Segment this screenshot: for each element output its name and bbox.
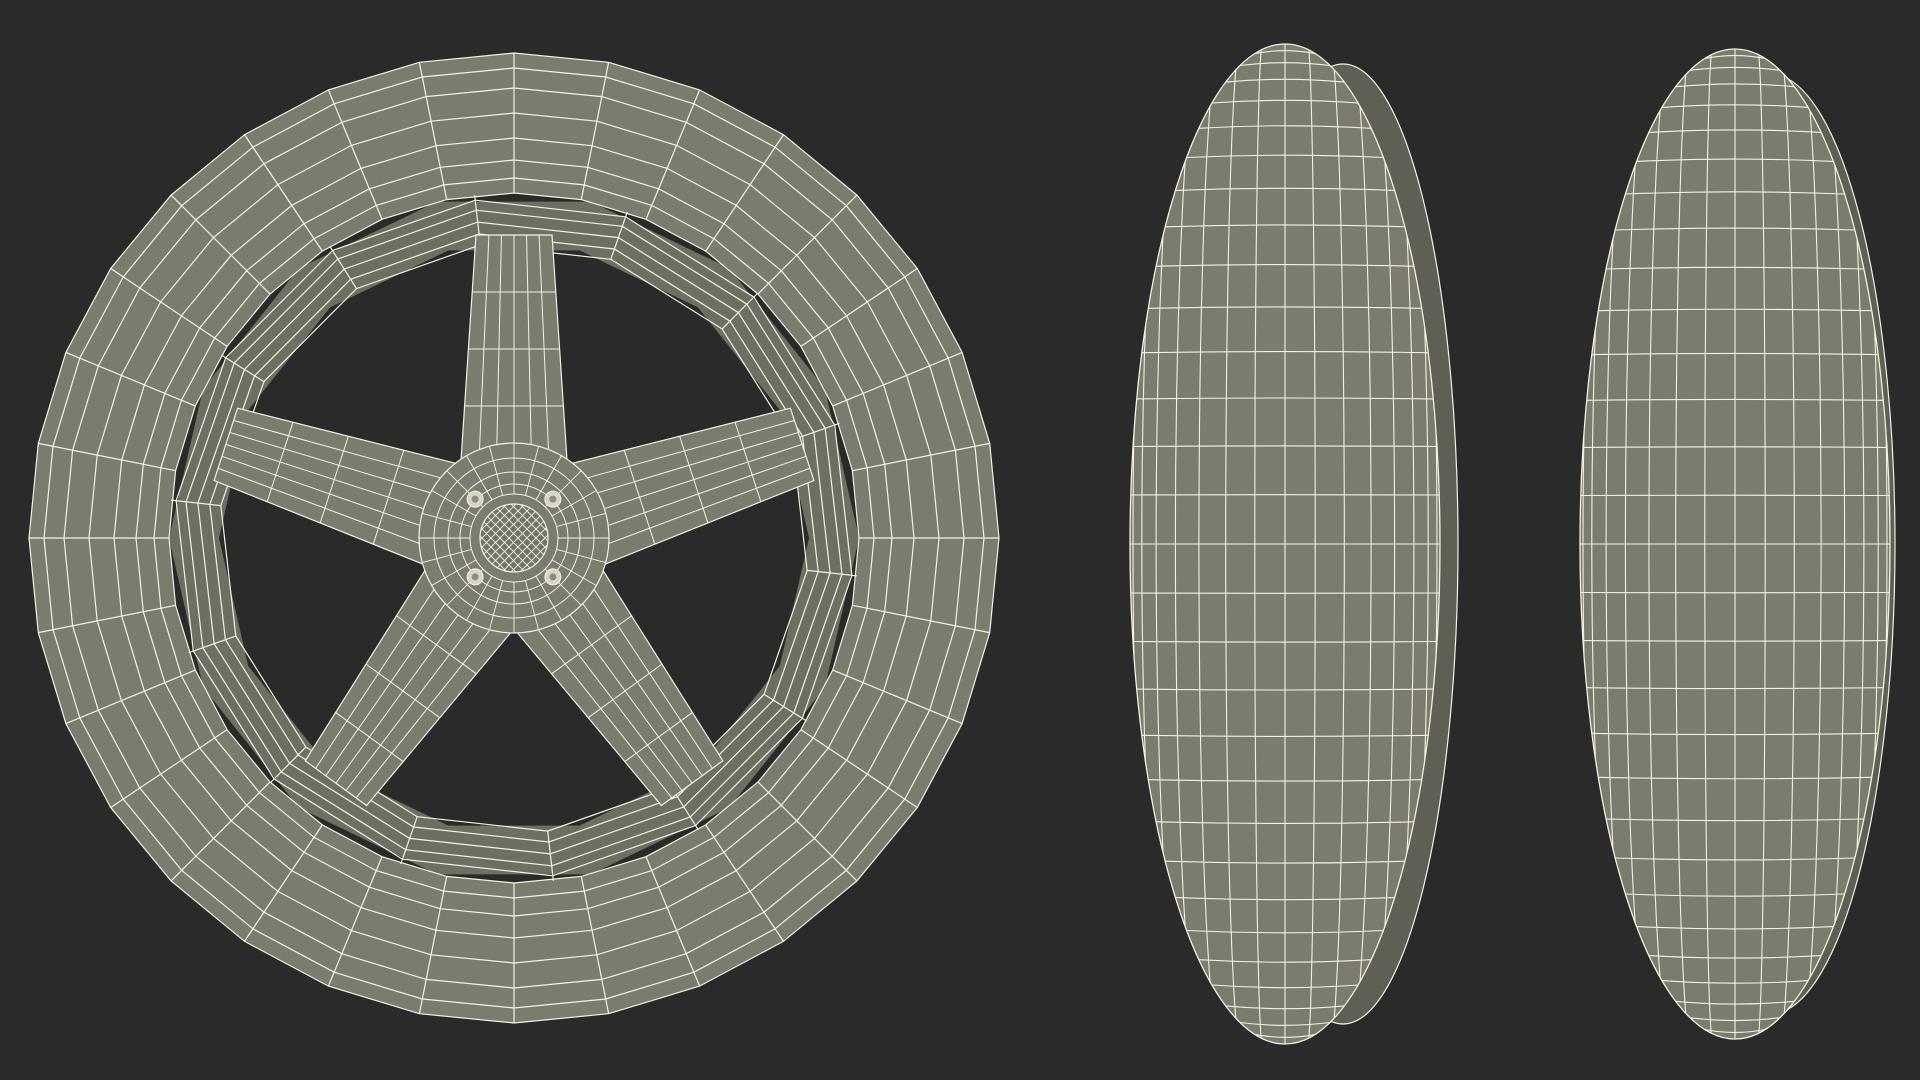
hub <box>418 442 610 634</box>
side-wheel-view-2 <box>1579 48 1896 1040</box>
wireframe-scene <box>0 0 1920 1080</box>
side-wheel-view-1 <box>1129 43 1459 1045</box>
